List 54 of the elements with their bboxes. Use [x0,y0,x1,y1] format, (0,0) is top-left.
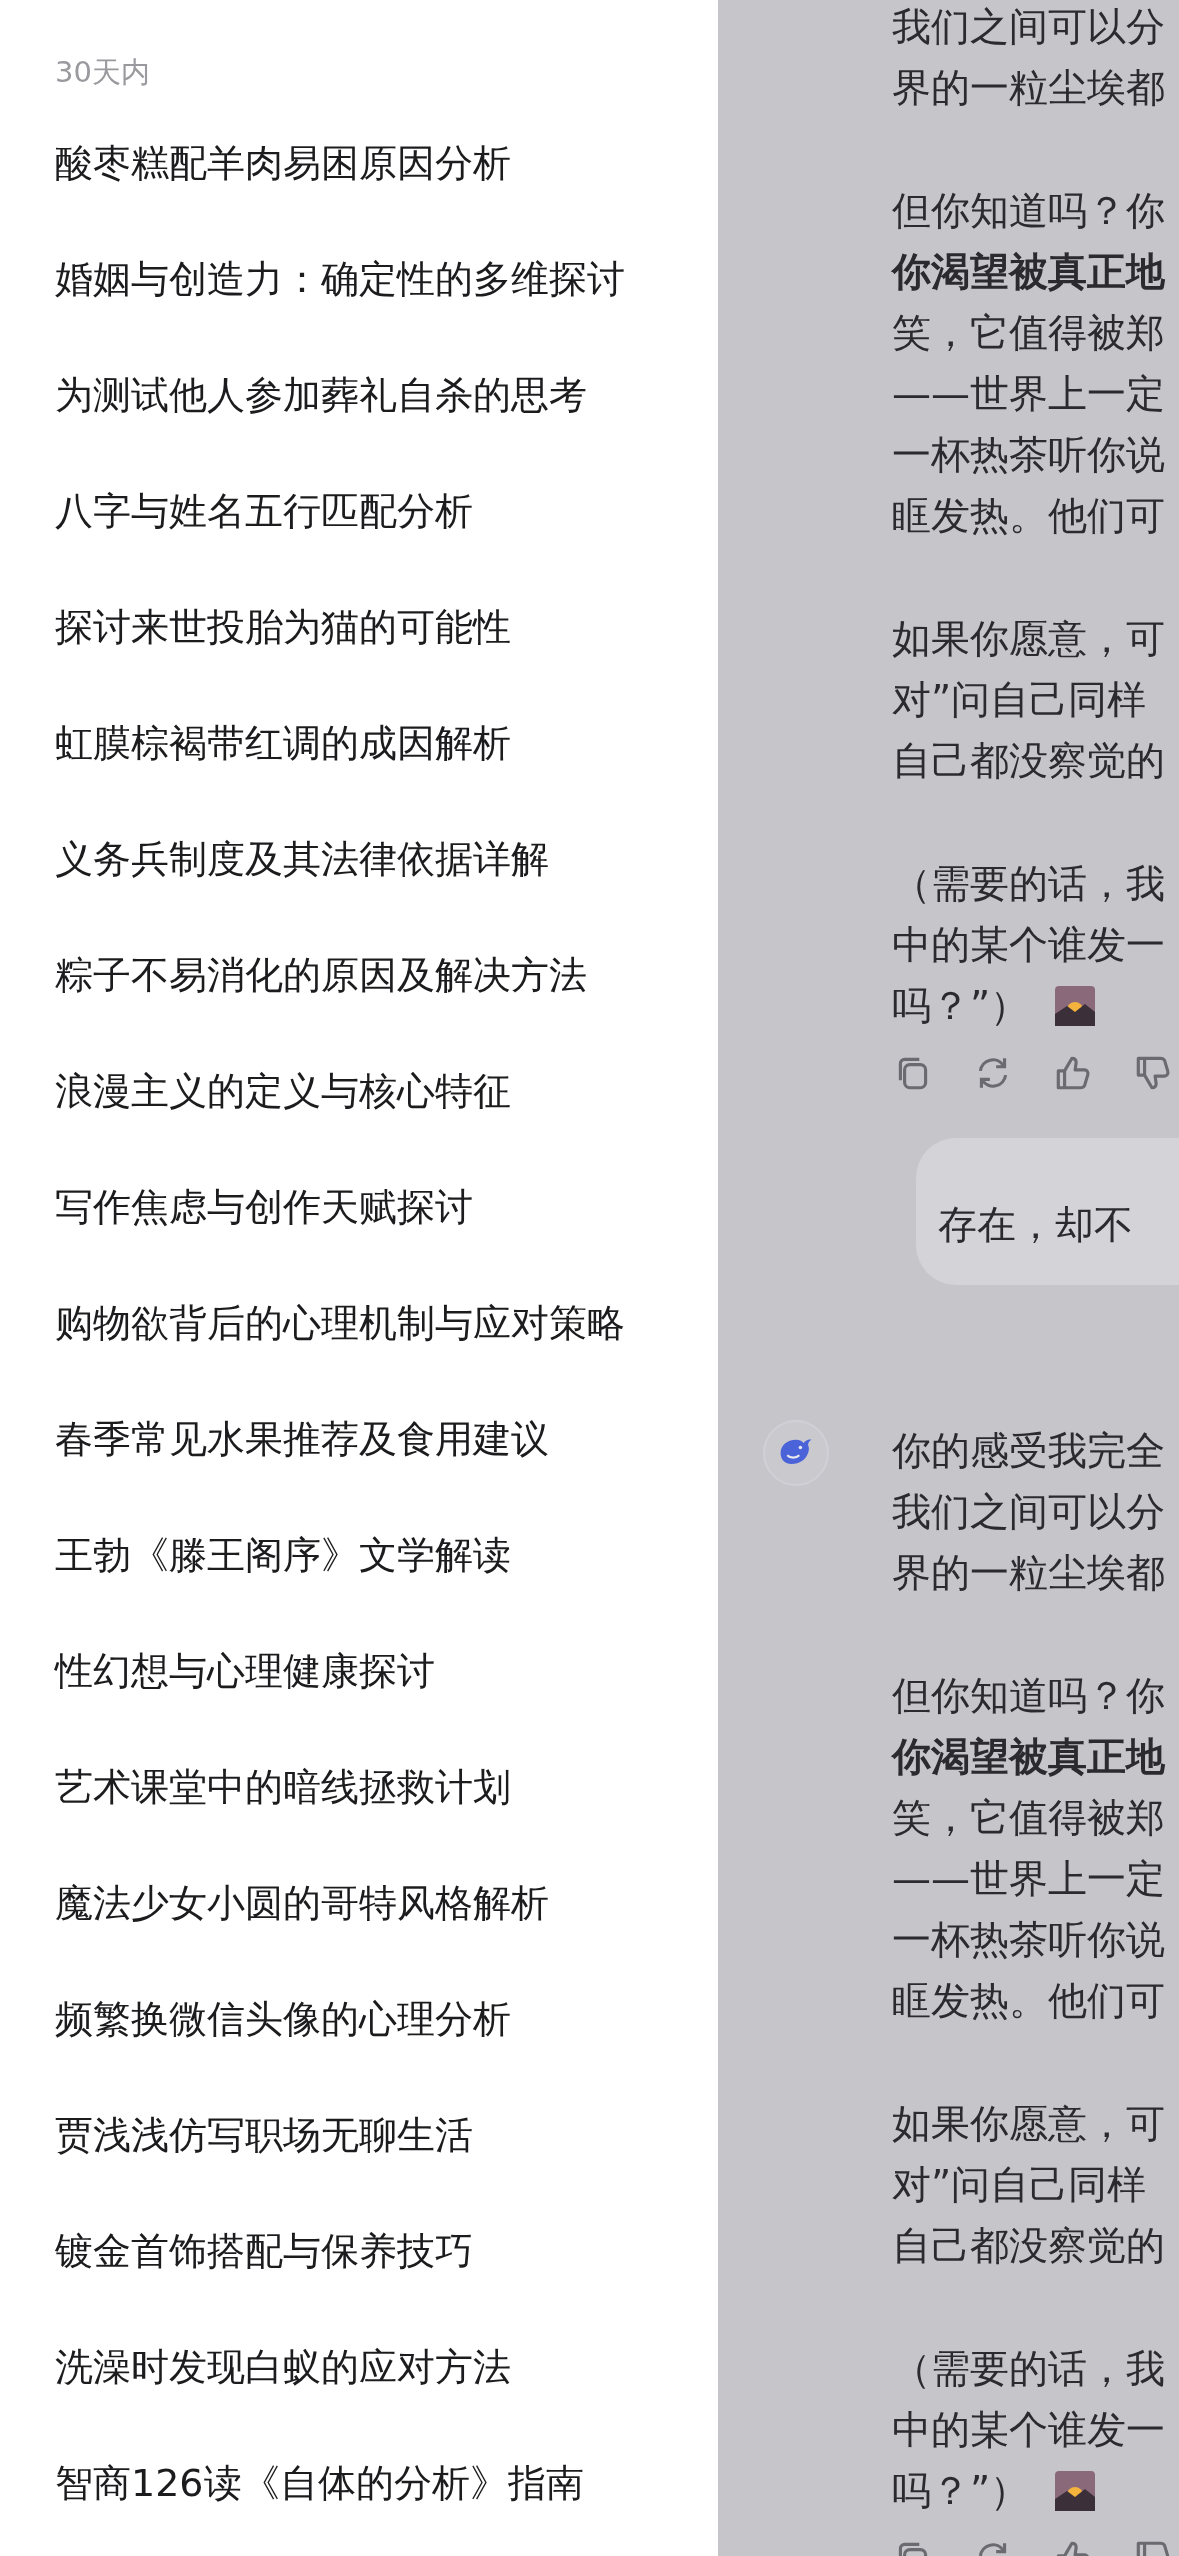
message-text: 界的一粒尘埃都 [892,64,1165,112]
conversation-item[interactable]: 频繁换微信头像的心理分析 [55,1961,511,2077]
message-text: （需要的话，我 [892,860,1165,908]
conversation-item[interactable]: 艺术课堂中的暗线拯救计划 [55,1729,511,1845]
message-text: 对”问自己同样 [892,676,1147,724]
conversation-item[interactable]: 婚姻与创造力：确定性的多维探讨 [55,221,625,337]
conversation-item[interactable]: 粽子不易消化的原因及解决方法 [55,917,587,1033]
message-text: ——世界上一定 [892,1855,1165,1903]
message-text: 存在，却不 [938,1201,1133,1249]
message-text: 眶发热。他们可 [892,492,1165,540]
conversation-item[interactable]: 酸枣糕配羊肉易困原因分析 [55,105,511,221]
message-text: 我们之间可以分 [892,1488,1165,1536]
conversation-item[interactable]: 智商126读《自体的分析》指南 [55,2425,584,2541]
message-text: 界的一粒尘埃都 [892,1549,1165,1597]
conversation-item[interactable]: 虹膜棕褐带红调的成因解析 [55,685,511,801]
message-text: 眶发热。他们可 [892,1977,1165,2025]
message-text: （需要的话，我 [892,2345,1165,2393]
conversation-item[interactable]: 贾浅浅仿写职场无聊生活 [55,2077,473,2193]
conversation-item[interactable]: 为测试他人参加葬礼自杀的思考 [55,337,587,453]
conversation-item[interactable]: 购物欲背后的心理机制与应对策略 [55,1265,625,1381]
message-text: 中的某个谁发一 [892,2406,1165,2454]
conversation-item[interactable]: 王勃《滕王阁序》文学解读 [55,1497,511,1613]
conversation-item[interactable]: 义务兵制度及其法律依据详解 [55,801,549,917]
conversation-item[interactable]: 镀金首饰搭配与保养技巧 [55,2193,473,2309]
message-text: 我们之间可以分 [892,3,1165,51]
conversation-item[interactable]: 春季常见水果推荐及食用建议 [55,1381,549,1497]
message-text: 你渴望被真正地 [892,248,1165,296]
sunrise-icon [1055,2470,1096,2511]
message-text: ——世界上一定 [892,370,1165,418]
message-text: 但你知道吗？你 [892,1672,1165,1720]
message-text: 笑，它值得被郑 [892,309,1165,357]
message-text: 一杯热茶听你说 [892,431,1165,479]
message-text: 对”问自己同样 [892,2161,1147,2209]
message-text: 自己都没察觉的 [892,737,1165,785]
message-text: 笑，它值得被郑 [892,1794,1165,1842]
conversation-item[interactable]: 写作焦虑与创作天赋探讨 [55,1149,473,1265]
conversation-item[interactable]: 八字与姓名五行匹配分析 [55,453,473,569]
message-text: 自己都没察觉的 [892,2222,1165,2270]
message-text: 如果你愿意，可 [892,615,1165,663]
conversation-item[interactable]: 浪漫主义的定义与核心特征 [55,1033,511,1149]
message-text: 吗？”） [892,982,1030,1030]
conversation-item[interactable]: 探讨来世投胎为猫的可能性 [55,569,511,685]
sunrise-icon [1055,985,1096,1026]
message-text: 中的某个谁发一 [892,921,1165,969]
conversation-item[interactable]: 魔法少女小圆的哥特风格解析 [55,1845,549,1961]
message-text: 但你知道吗？你 [892,187,1165,235]
section-header: 30天内 [55,54,151,91]
message-text: 一杯热茶听你说 [892,1916,1165,1964]
conversation-item[interactable]: 性幻想与心理健康探讨 [55,1613,435,1729]
message-text: 你的感受我完全 [892,1427,1165,1475]
message-text: 如果你愿意，可 [892,2100,1165,2148]
message-text: 你渴望被真正地 [892,1733,1165,1781]
message-text: 吗？”） [892,2467,1030,2515]
conversation-item[interactable]: 洗澡时发现白蚁的应对方法 [55,2309,511,2425]
